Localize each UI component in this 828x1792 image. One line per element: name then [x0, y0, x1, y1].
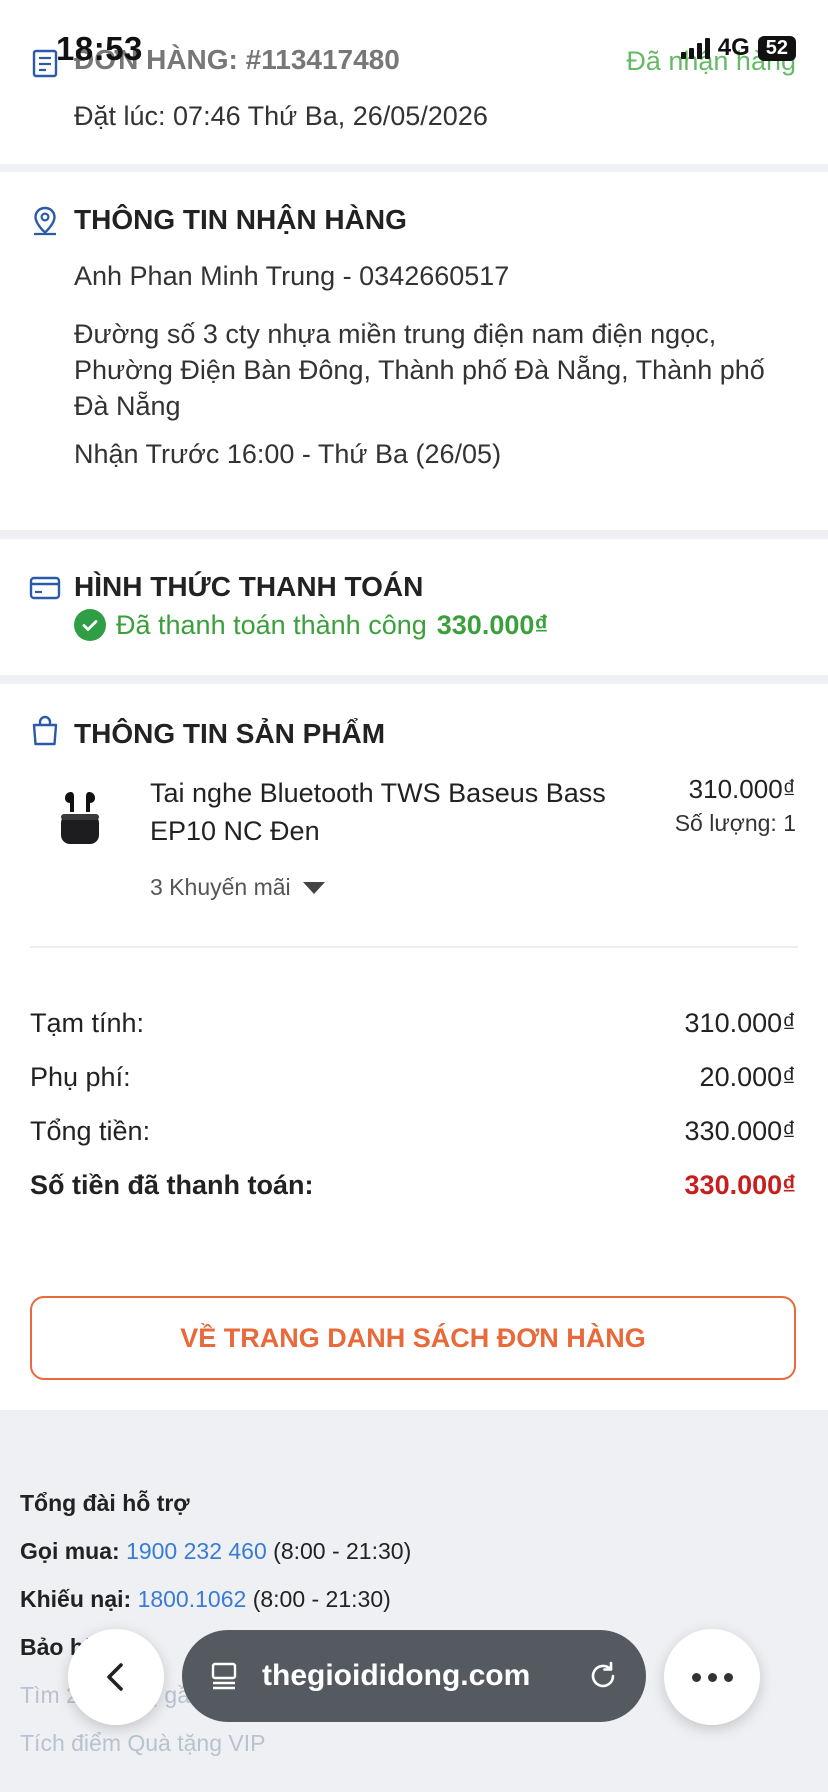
support-heading: Tổng đài hỗ trợ — [20, 1490, 190, 1516]
divider — [30, 946, 798, 948]
caret-down-icon — [302, 881, 325, 894]
recipient-name-phone: Anh Phan Minh Trung - 0342660517 — [74, 261, 510, 291]
location-pin-icon — [34, 206, 56, 236]
shipping-address: Đường số 3 cty nhựa miền trung điện nam … — [74, 319, 765, 421]
earbuds-icon[interactable] — [44, 784, 116, 856]
shipping-title: THÔNG TIN NHẬN HÀNG — [74, 204, 407, 235]
reader-tabs-icon[interactable] — [208, 1659, 242, 1693]
order-card: ĐƠN HÀNG: #113417480 Đã nhận hàng Đặt lú… — [0, 0, 828, 164]
paid-row: Số tiền đã thanh toán: 330.000₫ — [30, 1170, 796, 1201]
more-options-button[interactable] — [664, 1629, 760, 1725]
chevron-left-icon — [107, 1663, 123, 1691]
more-icon — [691, 1672, 701, 1682]
browser-back-button[interactable] — [68, 1629, 164, 1725]
complaint-label: Khiếu nại: — [20, 1586, 132, 1612]
url-text: thegioididong.com — [262, 1659, 531, 1692]
credit-card-icon — [29, 576, 61, 600]
order-date: Đặt lúc: 07:46 Thứ Ba, 26/05/2026 — [74, 101, 488, 131]
product-card: THÔNG TIN SẢN PHẨM Tai nghe Bluetooth TW… — [0, 684, 828, 1410]
fee-value: 20.000₫ — [699, 1062, 796, 1092]
back-to-orders-button[interactable]: VỀ TRANG DANH SÁCH ĐƠN HÀNG — [30, 1296, 796, 1380]
receipt-icon — [32, 49, 58, 78]
subtotal-label: Tạm tính: — [30, 1008, 145, 1038]
promotions-toggle[interactable]: 3 Khuyến mãi — [150, 874, 325, 901]
product-price: 310.000₫ — [688, 774, 796, 804]
total-value: 330.000₫ — [684, 1116, 796, 1146]
payment-status: Đã thanh toán thành công 330.000₫ — [74, 609, 548, 641]
promotions-label: 3 Khuyến mãi — [150, 874, 291, 900]
subtotal-row: Tạm tính: 310.000₫ — [30, 1008, 796, 1039]
order-id: ĐƠN HÀNG: #113417480 — [74, 44, 400, 75]
order-status: Đã nhận hàng — [626, 46, 796, 76]
paid-label: Số tiền đã thanh toán: — [30, 1170, 314, 1200]
complaint-hours: (8:00 - 21:30) — [252, 1586, 391, 1612]
total-row: Tổng tiền: 330.000₫ — [30, 1116, 796, 1147]
complaint-line: Khiếu nại: 1800.1062 (8:00 - 21:30) — [20, 1582, 411, 1630]
buy-phone-link[interactable]: 1900 232 460 — [126, 1538, 267, 1564]
shopping-bag-icon — [32, 715, 58, 746]
fee-label: Phụ phí: — [30, 1062, 131, 1092]
delivery-time: Nhận Trước 16:00 - Thứ Ba (26/05) — [74, 439, 502, 469]
payment-card: HÌNH THỨC THANH TOÁN Đã thanh toán thành… — [0, 539, 828, 675]
vip-points-link[interactable]: Tích điểm Quà tặng VIP — [20, 1726, 411, 1774]
total-label: Tổng tiền: — [30, 1116, 151, 1146]
fee-row: Phụ phí: 20.000₫ — [30, 1062, 796, 1093]
product-name[interactable]: Tai nghe Bluetooth TWS Baseus Bass EP10 … — [150, 774, 640, 850]
buy-label: Gọi mua: — [20, 1538, 120, 1564]
product-quantity: Số lượng: 1 — [674, 810, 796, 836]
buy-line: Gọi mua: 1900 232 460 (8:00 - 21:30) — [20, 1534, 411, 1582]
shipping-card: THÔNG TIN NHẬN HÀNG Anh Phan Minh Trung … — [0, 172, 828, 530]
reload-icon[interactable] — [586, 1659, 620, 1693]
paid-value: 330.000₫ — [684, 1170, 796, 1200]
product-section-title: THÔNG TIN SẢN PHẨM — [74, 718, 386, 749]
address-bar[interactable]: thegioididong.com — [182, 1630, 646, 1722]
check-circle-icon — [74, 609, 106, 641]
order-detail-page: 18:53 4G 52 ĐƠN HÀNG: #113417480 Đã nhận… — [0, 0, 828, 1792]
payment-amount: 330.000₫ — [436, 609, 549, 640]
payment-title: HÌNH THỨC THANH TOÁN — [74, 571, 424, 602]
subtotal-value: 310.000₫ — [684, 1008, 796, 1038]
buy-hours: (8:00 - 21:30) — [273, 1538, 412, 1564]
payment-status-text: Đã thanh toán thành công — [116, 609, 427, 640]
complaint-phone-link[interactable]: 1800.1062 — [138, 1586, 247, 1612]
